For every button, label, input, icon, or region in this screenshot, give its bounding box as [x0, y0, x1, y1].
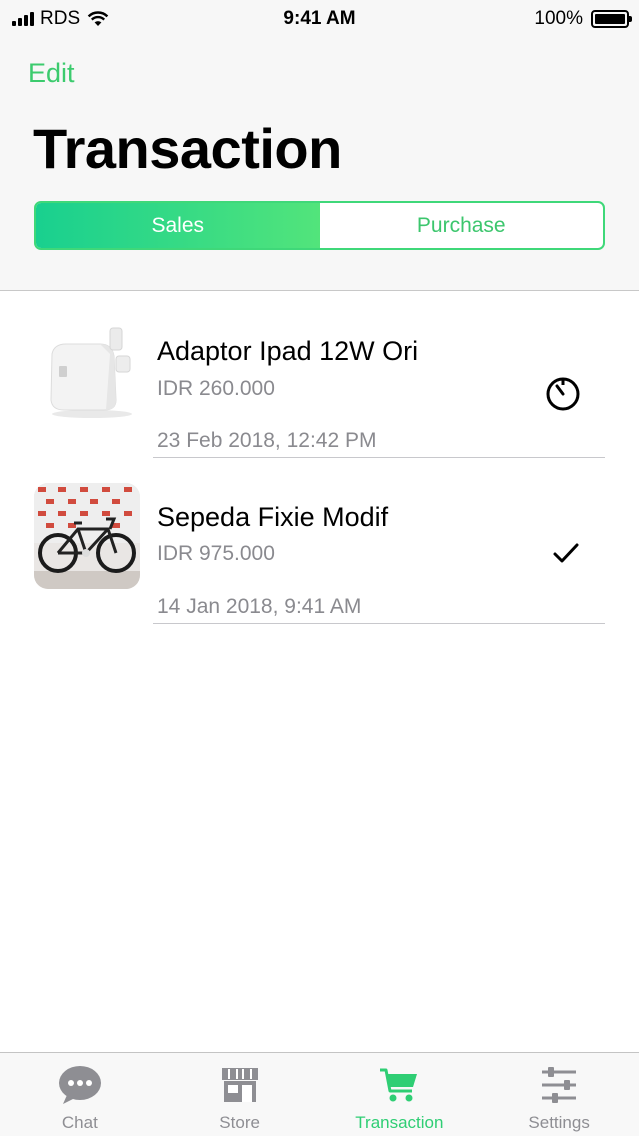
product-price: IDR 975.000	[157, 542, 275, 565]
tab-transaction[interactable]: Transaction	[320, 1053, 480, 1136]
chat-bubble-icon	[57, 1065, 103, 1105]
tab-label: Transaction	[355, 1113, 444, 1132]
tab-label: Settings	[528, 1113, 590, 1132]
tab-bar: Chat Store Transaction Settings	[0, 1052, 639, 1136]
store-icon	[221, 1065, 259, 1105]
status-bar: RDS 9:41 AM 100%	[0, 0, 639, 36]
transaction-list: Adaptor Ipad 12W Ori IDR 260.000 23 Feb …	[0, 292, 639, 624]
tab-store[interactable]: Store	[160, 1053, 320, 1136]
product-name: Adaptor Ipad 12W Ori	[157, 336, 419, 366]
segmented-control: Sales Purchase	[34, 201, 605, 250]
battery-percent: 100%	[534, 8, 583, 29]
transaction-date: 14 Jan 2018, 9:41 AM	[157, 595, 362, 618]
row-separator	[153, 623, 605, 624]
product-thumbnail	[34, 314, 140, 420]
timer-icon	[545, 375, 581, 416]
product-thumbnail	[34, 483, 140, 589]
cart-icon	[379, 1065, 419, 1105]
product-price: IDR 260.000	[157, 377, 275, 400]
transaction-date: 23 Feb 2018, 12:42 PM	[157, 429, 377, 452]
transaction-row[interactable]: Sepeda Fixie Modif IDR 975.000 14 Jan 20…	[0, 458, 639, 624]
battery-icon	[591, 10, 632, 28]
tab-settings[interactable]: Settings	[479, 1053, 639, 1136]
segment-purchase[interactable]: Purchase	[320, 203, 604, 248]
tab-chat[interactable]: Chat	[0, 1053, 160, 1136]
product-name: Sepeda Fixie Modif	[157, 502, 389, 532]
tab-label: Chat	[61, 1113, 98, 1132]
edit-button[interactable]: Edit	[28, 58, 75, 89]
segment-sales[interactable]: Sales	[36, 203, 320, 248]
checkmark-icon	[551, 538, 581, 573]
tab-label: Store	[219, 1113, 260, 1132]
header: RDS 9:41 AM 100% Edit Transaction Sales …	[0, 0, 639, 291]
sliders-icon	[540, 1065, 578, 1105]
status-right: 100%	[534, 8, 632, 30]
transaction-row[interactable]: Adaptor Ipad 12W Ori IDR 260.000 23 Feb …	[0, 292, 639, 458]
page-title: Transaction	[33, 117, 342, 180]
